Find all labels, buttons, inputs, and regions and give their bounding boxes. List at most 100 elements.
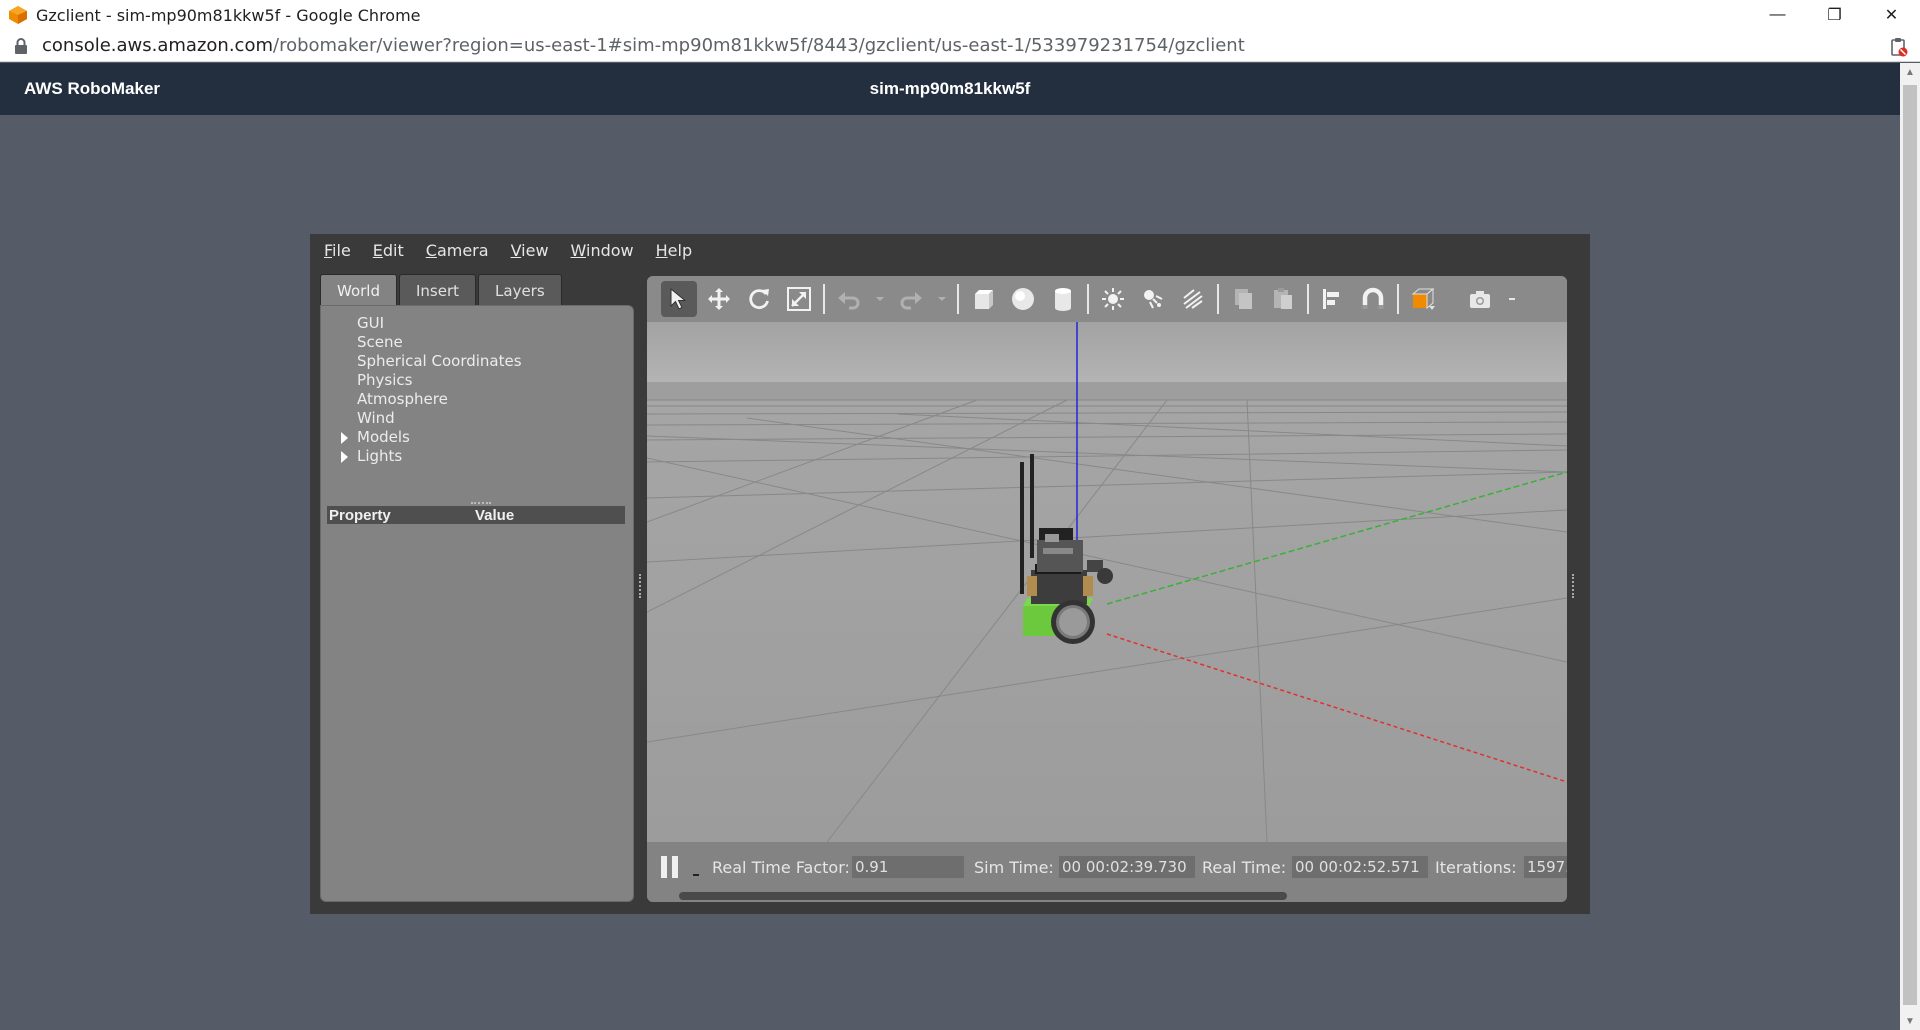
chevron-down-icon [876,297,884,301]
cylinder-icon [1055,288,1071,311]
tab-insert[interactable]: Insert [399,274,477,306]
rotate-mode-button[interactable] [741,281,777,317]
spot-light-icon [1144,290,1163,309]
tree-item-lights[interactable]: Lights [333,447,522,466]
gazebo-window: File Edit Camera View Window Help World … [310,234,1590,914]
copy-button[interactable] [1225,281,1261,317]
real-time-factor-value: 0.91 [852,856,964,878]
tree-item-physics[interactable]: Physics [333,371,522,390]
align-button[interactable] [1315,281,1351,317]
ground-plane [647,384,1567,842]
tree-item-scene[interactable]: Scene [333,333,522,352]
step-button[interactable] [693,874,699,876]
iterations-value: 1597. [1524,856,1567,878]
clipboard-blocked-icon[interactable] [1890,37,1908,57]
browser-titlebar: Gzclient - sim-mp90m81kkw5f - Google Chr… [0,0,1920,30]
pause-icon [672,856,678,878]
toolbar-separator [1397,284,1399,314]
insert-directional-light-button[interactable] [1175,281,1211,317]
lock-icon [15,37,27,54]
view-angle-button[interactable] [1405,281,1441,317]
tab-layers[interactable]: Layers [478,274,562,306]
sim-time-label: Sim Time: [974,858,1054,877]
status-bar-scrollbar[interactable] [679,892,1287,900]
sim-time-value: 00 00:02:39.730 [1059,856,1195,878]
undo-button[interactable] [831,281,867,317]
tree-item-wind[interactable]: Wind [333,409,522,428]
redo-button[interactable] [893,281,929,317]
menu-camera[interactable]: Camera [426,241,489,260]
real-time-label: Real Time: [1202,858,1287,877]
menu-view[interactable]: View [511,241,549,260]
insert-spot-light-button[interactable] [1135,281,1171,317]
real-time-factor-label: Real Time Factor: [712,858,850,877]
menu-window[interactable]: Window [571,241,634,260]
insert-sphere-button[interactable] [1005,281,1041,317]
select-mode-button[interactable] [661,281,697,317]
tree-item-models[interactable]: Models [333,428,522,447]
tree-item-spherical-coordinates[interactable]: Spherical Coordinates [333,352,522,371]
3d-viewport[interactable] [647,322,1567,842]
undo-history-dropdown[interactable] [871,281,889,317]
right-splitter-handle[interactable] [1572,574,1576,598]
panel-splitter-handle[interactable] [471,502,491,505]
render-panel: Real Time Factor: 0.91 Sim Time: 00 00:0… [647,276,1567,902]
view-angle-icon [1411,287,1435,310]
menu-edit[interactable]: Edit [373,241,404,260]
window-controls: — ❐ ✕ [1749,0,1920,30]
insert-box-button[interactable] [965,281,1001,317]
left-splitter-handle[interactable] [639,574,643,598]
tree-item-gui[interactable]: GUI [333,314,522,333]
insert-cylinder-button[interactable] [1045,281,1081,317]
point-light-icon [1102,288,1124,310]
menu-help[interactable]: Help [656,241,692,260]
world-tree: GUI Scene Spherical Coordinates Physics … [333,314,522,466]
left-panel: World Insert Layers GUI Scene Spherical … [320,274,634,902]
tree-item-atmosphere[interactable]: Atmosphere [333,390,522,409]
paste-button[interactable] [1265,281,1301,317]
real-time-value: 00 00:02:52.571 [1292,856,1428,878]
gazebo-toolbar [647,276,1567,322]
restore-button[interactable]: ❐ [1806,0,1863,30]
expand-arrow-icon[interactable] [341,432,348,444]
url-text[interactable]: console.aws.amazon.com/robomaker/viewer?… [42,35,1245,56]
address-bar[interactable]: console.aws.amazon.com/robomaker/viewer?… [0,30,1920,62]
screenshot-dropdown[interactable] [1503,281,1521,317]
directional-light-icon [1183,289,1203,309]
align-icon [1323,289,1339,309]
minimize-button[interactable]: — [1749,0,1806,30]
simulation-status-bar: Real Time Factor: 0.91 Sim Time: 00 00:0… [647,842,1567,902]
aws-header: AWS RoboMaker sim-mp90m81kkw5f [0,63,1900,115]
screenshot-icon [1470,291,1490,308]
scale-icon [787,287,811,311]
pause-button[interactable] [661,856,679,878]
insert-point-light-button[interactable] [1095,281,1131,317]
snap-button[interactable] [1355,281,1391,317]
left-panel-tabs: World Insert Layers [320,274,564,306]
translate-mode-button[interactable] [701,281,737,317]
expand-arrow-icon[interactable] [341,451,348,463]
screenshot-button[interactable] [1463,281,1499,317]
close-button[interactable]: ✕ [1863,0,1920,30]
world-tree-panel: GUI Scene Spherical Coordinates Physics … [320,305,634,902]
copy-icon [1235,289,1252,309]
redo-history-dropdown[interactable] [933,281,951,317]
url-path: /robomaker/viewer?region=us-east-1#sim-m… [273,35,1245,56]
menu-file[interactable]: File [324,241,351,260]
simulation-name: sim-mp90m81kkw5f [869,79,1031,98]
chevron-down-icon [938,297,946,301]
tab-world[interactable]: World [320,274,397,306]
toolbar-separator [1087,284,1089,314]
toolbar-separator [957,284,959,314]
property-table-header: Property Value [327,506,625,524]
scroll-down-icon[interactable]: ▼ [1900,1012,1920,1030]
scroll-up-icon[interactable]: ▲ [1900,63,1920,81]
page-scrollbar[interactable]: ▲ ▼ [1900,63,1920,1030]
scale-mode-button[interactable] [781,281,817,317]
robomaker-app-icon [9,6,27,24]
scrollbar-thumb[interactable] [1903,85,1917,1005]
sky [647,322,1567,384]
toolbar-separator [1307,284,1309,314]
scene-render [647,322,1567,842]
